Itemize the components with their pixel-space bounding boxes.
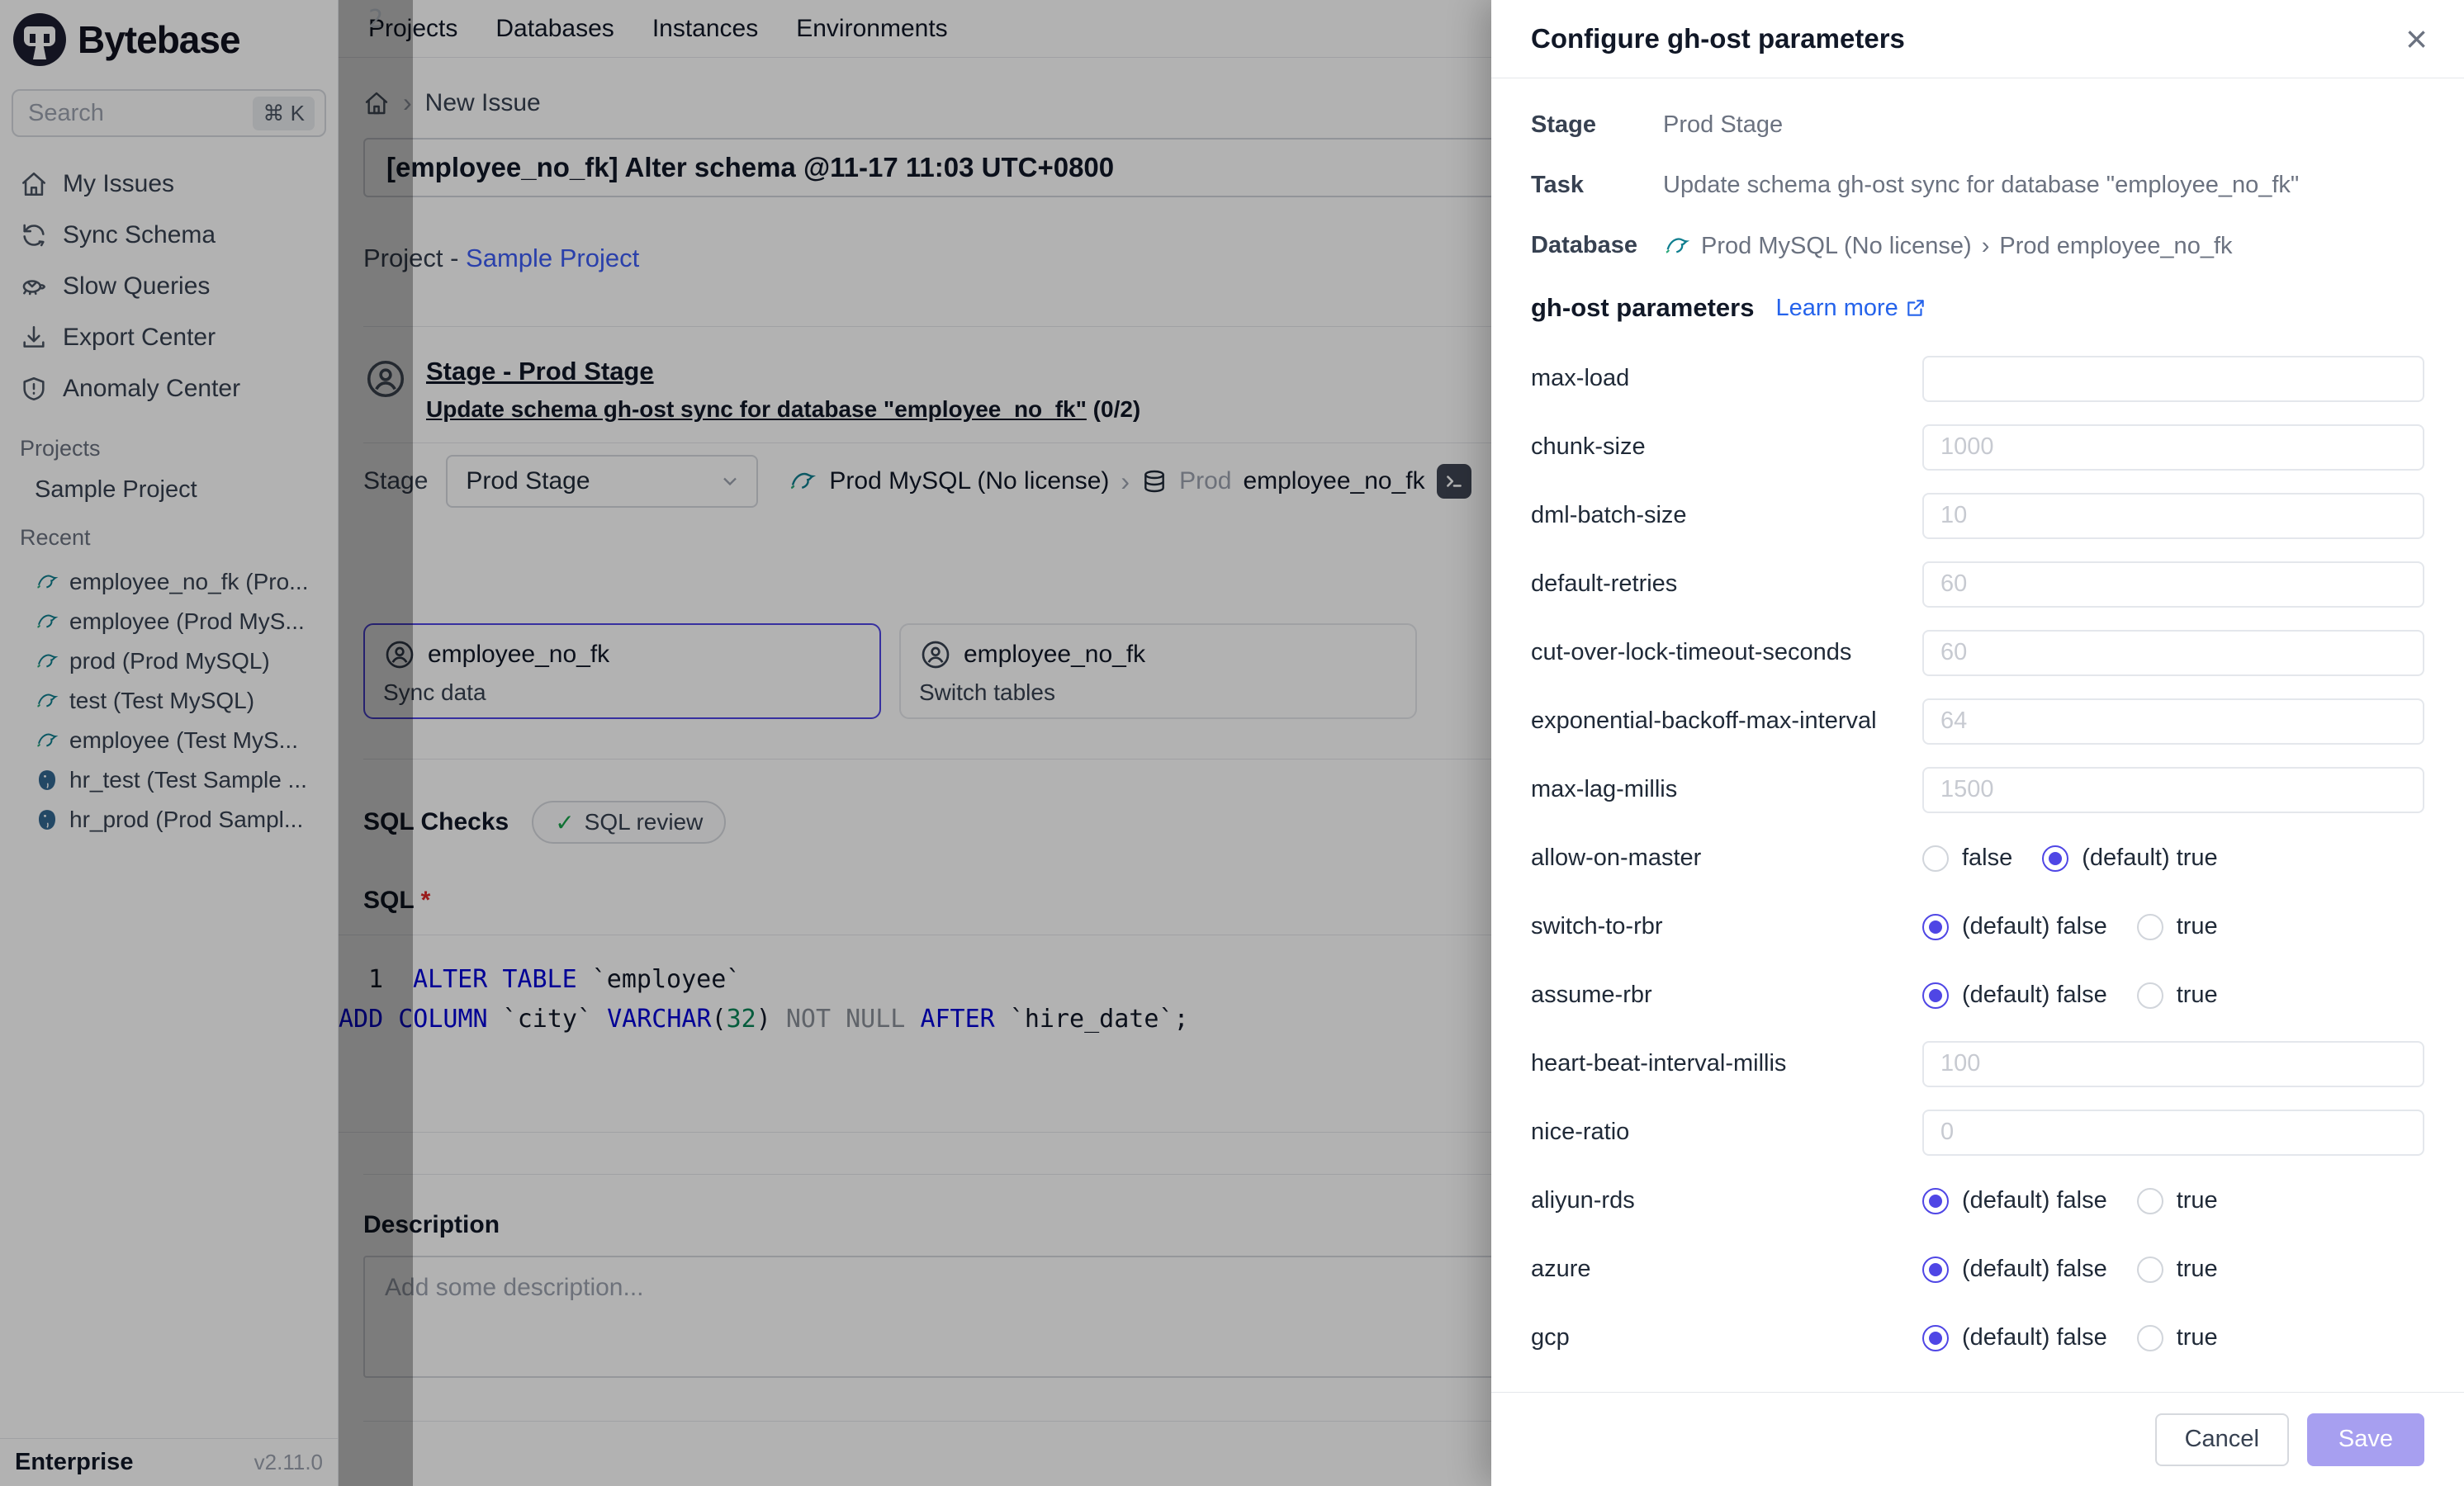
drawer-title: Configure gh-ost parameters <box>1531 23 1905 54</box>
param-row-max-lag-millis: max-lag-millis <box>1531 755 2424 824</box>
drawer-body: Stage Prod Stage Task Update schema gh-o… <box>1491 78 2464 1372</box>
radio-icon <box>1922 1325 1949 1351</box>
radio-icon <box>2137 1188 2163 1214</box>
mysql-icon <box>1663 232 1691 260</box>
save-button[interactable]: Save <box>2307 1413 2424 1466</box>
radio-option-default-false[interactable]: (default) false <box>1922 913 2107 940</box>
radio-icon <box>2137 982 2163 1009</box>
chevron-right-icon: › <box>1982 233 1990 260</box>
exponential-backoff-max-interval-input[interactable] <box>1922 698 2424 745</box>
info-row-task: Task Update schema gh-ost sync for datab… <box>1531 172 2424 199</box>
radio-icon <box>1922 1188 1949 1214</box>
param-row-azure: azure (default) false true <box>1531 1235 2424 1304</box>
param-row-default-retries: default-retries <box>1531 550 2424 618</box>
radio-icon <box>2137 1256 2163 1283</box>
radio-option-default-true[interactable]: (default) true <box>2042 845 2217 872</box>
info-row-stage: Stage Prod Stage <box>1531 111 2424 139</box>
radio-option-false[interactable]: false <box>1922 845 2012 872</box>
drawer-footer: Cancel Save <box>1491 1392 2464 1486</box>
param-row-cut-over-lock-timeout-seconds: cut-over-lock-timeout-seconds <box>1531 618 2424 687</box>
learn-more-link[interactable]: Learn more <box>1775 295 1926 322</box>
ghost-section-heading: gh-ost parameters Learn more <box>1531 293 2424 323</box>
param-row-aliyun-rds: aliyun-rds (default) false true <box>1531 1167 2424 1235</box>
radio-option-true[interactable]: true <box>2137 1324 2218 1351</box>
radio-option-default-false[interactable]: (default) false <box>1922 1324 2107 1351</box>
cancel-button[interactable]: Cancel <box>2155 1413 2289 1466</box>
param-row-switch-to-rbr: switch-to-rbr (default) false true <box>1531 892 2424 961</box>
external-link-icon <box>1905 297 1926 319</box>
drawer-header: Configure gh-ost parameters × <box>1491 0 2464 78</box>
radio-icon <box>1922 914 1949 940</box>
param-row-max-load: max-load <box>1531 344 2424 413</box>
param-row-chunk-size: chunk-size <box>1531 413 2424 481</box>
radio-icon <box>1922 1256 1949 1283</box>
cut-over-lock-timeout-seconds-input[interactable] <box>1922 630 2424 676</box>
radio-icon <box>2042 845 2068 872</box>
param-row-allow-on-master: allow-on-master false (default) true <box>1531 824 2424 892</box>
radio-icon <box>2137 1325 2163 1351</box>
ghost-parameters-drawer: Configure gh-ost parameters × Stage Prod… <box>1491 0 2464 1486</box>
radio-icon <box>1922 845 1949 872</box>
info-row-database: Database Prod MySQL (No license) › Prod … <box>1531 232 2424 260</box>
nice-ratio-input[interactable] <box>1922 1110 2424 1156</box>
param-row-dml-batch-size: dml-batch-size <box>1531 481 2424 550</box>
param-row-assume-rbr: assume-rbr (default) false true <box>1531 961 2424 1029</box>
param-row-heart-beat-interval-millis: heart-beat-interval-millis <box>1531 1029 2424 1098</box>
max-load-input[interactable] <box>1922 356 2424 402</box>
param-row-gcp: gcp (default) false true <box>1531 1304 2424 1372</box>
radio-option-true[interactable]: true <box>2137 913 2218 940</box>
param-row-exponential-backoff-max-interval: exponential-backoff-max-interval <box>1531 687 2424 755</box>
heart-beat-interval-millis-input[interactable] <box>1922 1041 2424 1087</box>
radio-option-default-false[interactable]: (default) false <box>1922 1256 2107 1283</box>
radio-option-default-false[interactable]: (default) false <box>1922 1187 2107 1214</box>
max-lag-millis-input[interactable] <box>1922 767 2424 813</box>
close-icon[interactable]: × <box>2405 20 2428 58</box>
chunk-size-input[interactable] <box>1922 424 2424 471</box>
radio-option-true[interactable]: true <box>2137 982 2218 1009</box>
radio-option-true[interactable]: true <box>2137 1256 2218 1283</box>
radio-icon <box>1922 982 1949 1009</box>
radio-option-true[interactable]: true <box>2137 1187 2218 1214</box>
dml-batch-size-input[interactable] <box>1922 493 2424 539</box>
radio-option-default-false[interactable]: (default) false <box>1922 982 2107 1009</box>
radio-icon <box>2137 914 2163 940</box>
param-row-nice-ratio: nice-ratio <box>1531 1098 2424 1167</box>
default-retries-input[interactable] <box>1922 561 2424 608</box>
